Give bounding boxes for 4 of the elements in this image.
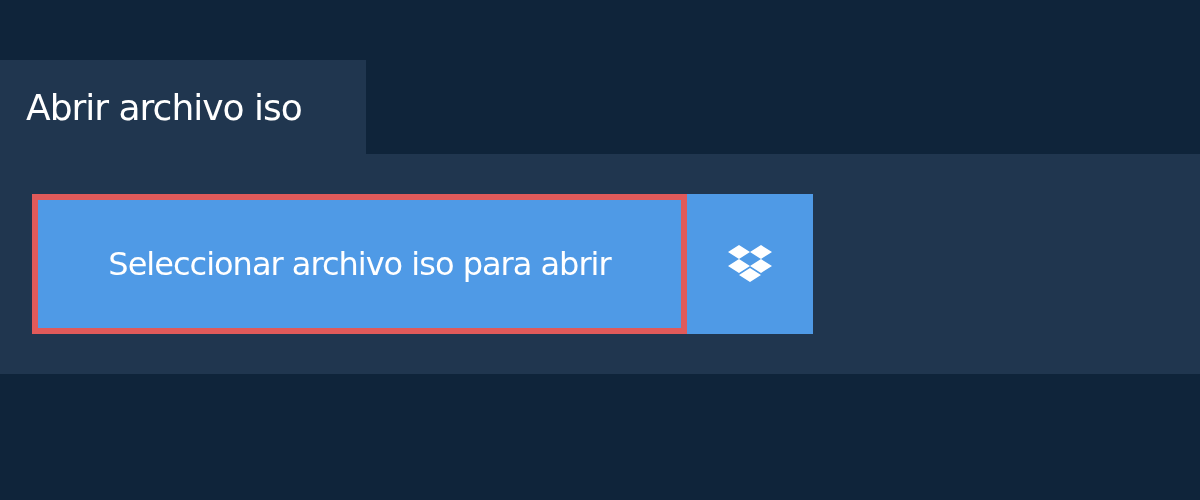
select-file-button[interactable]: Seleccionar archivo iso para abrir: [32, 194, 687, 334]
dropbox-icon: [728, 245, 772, 283]
tab-title: Abrir archivo iso: [0, 60, 366, 154]
dropbox-button[interactable]: [687, 194, 813, 334]
